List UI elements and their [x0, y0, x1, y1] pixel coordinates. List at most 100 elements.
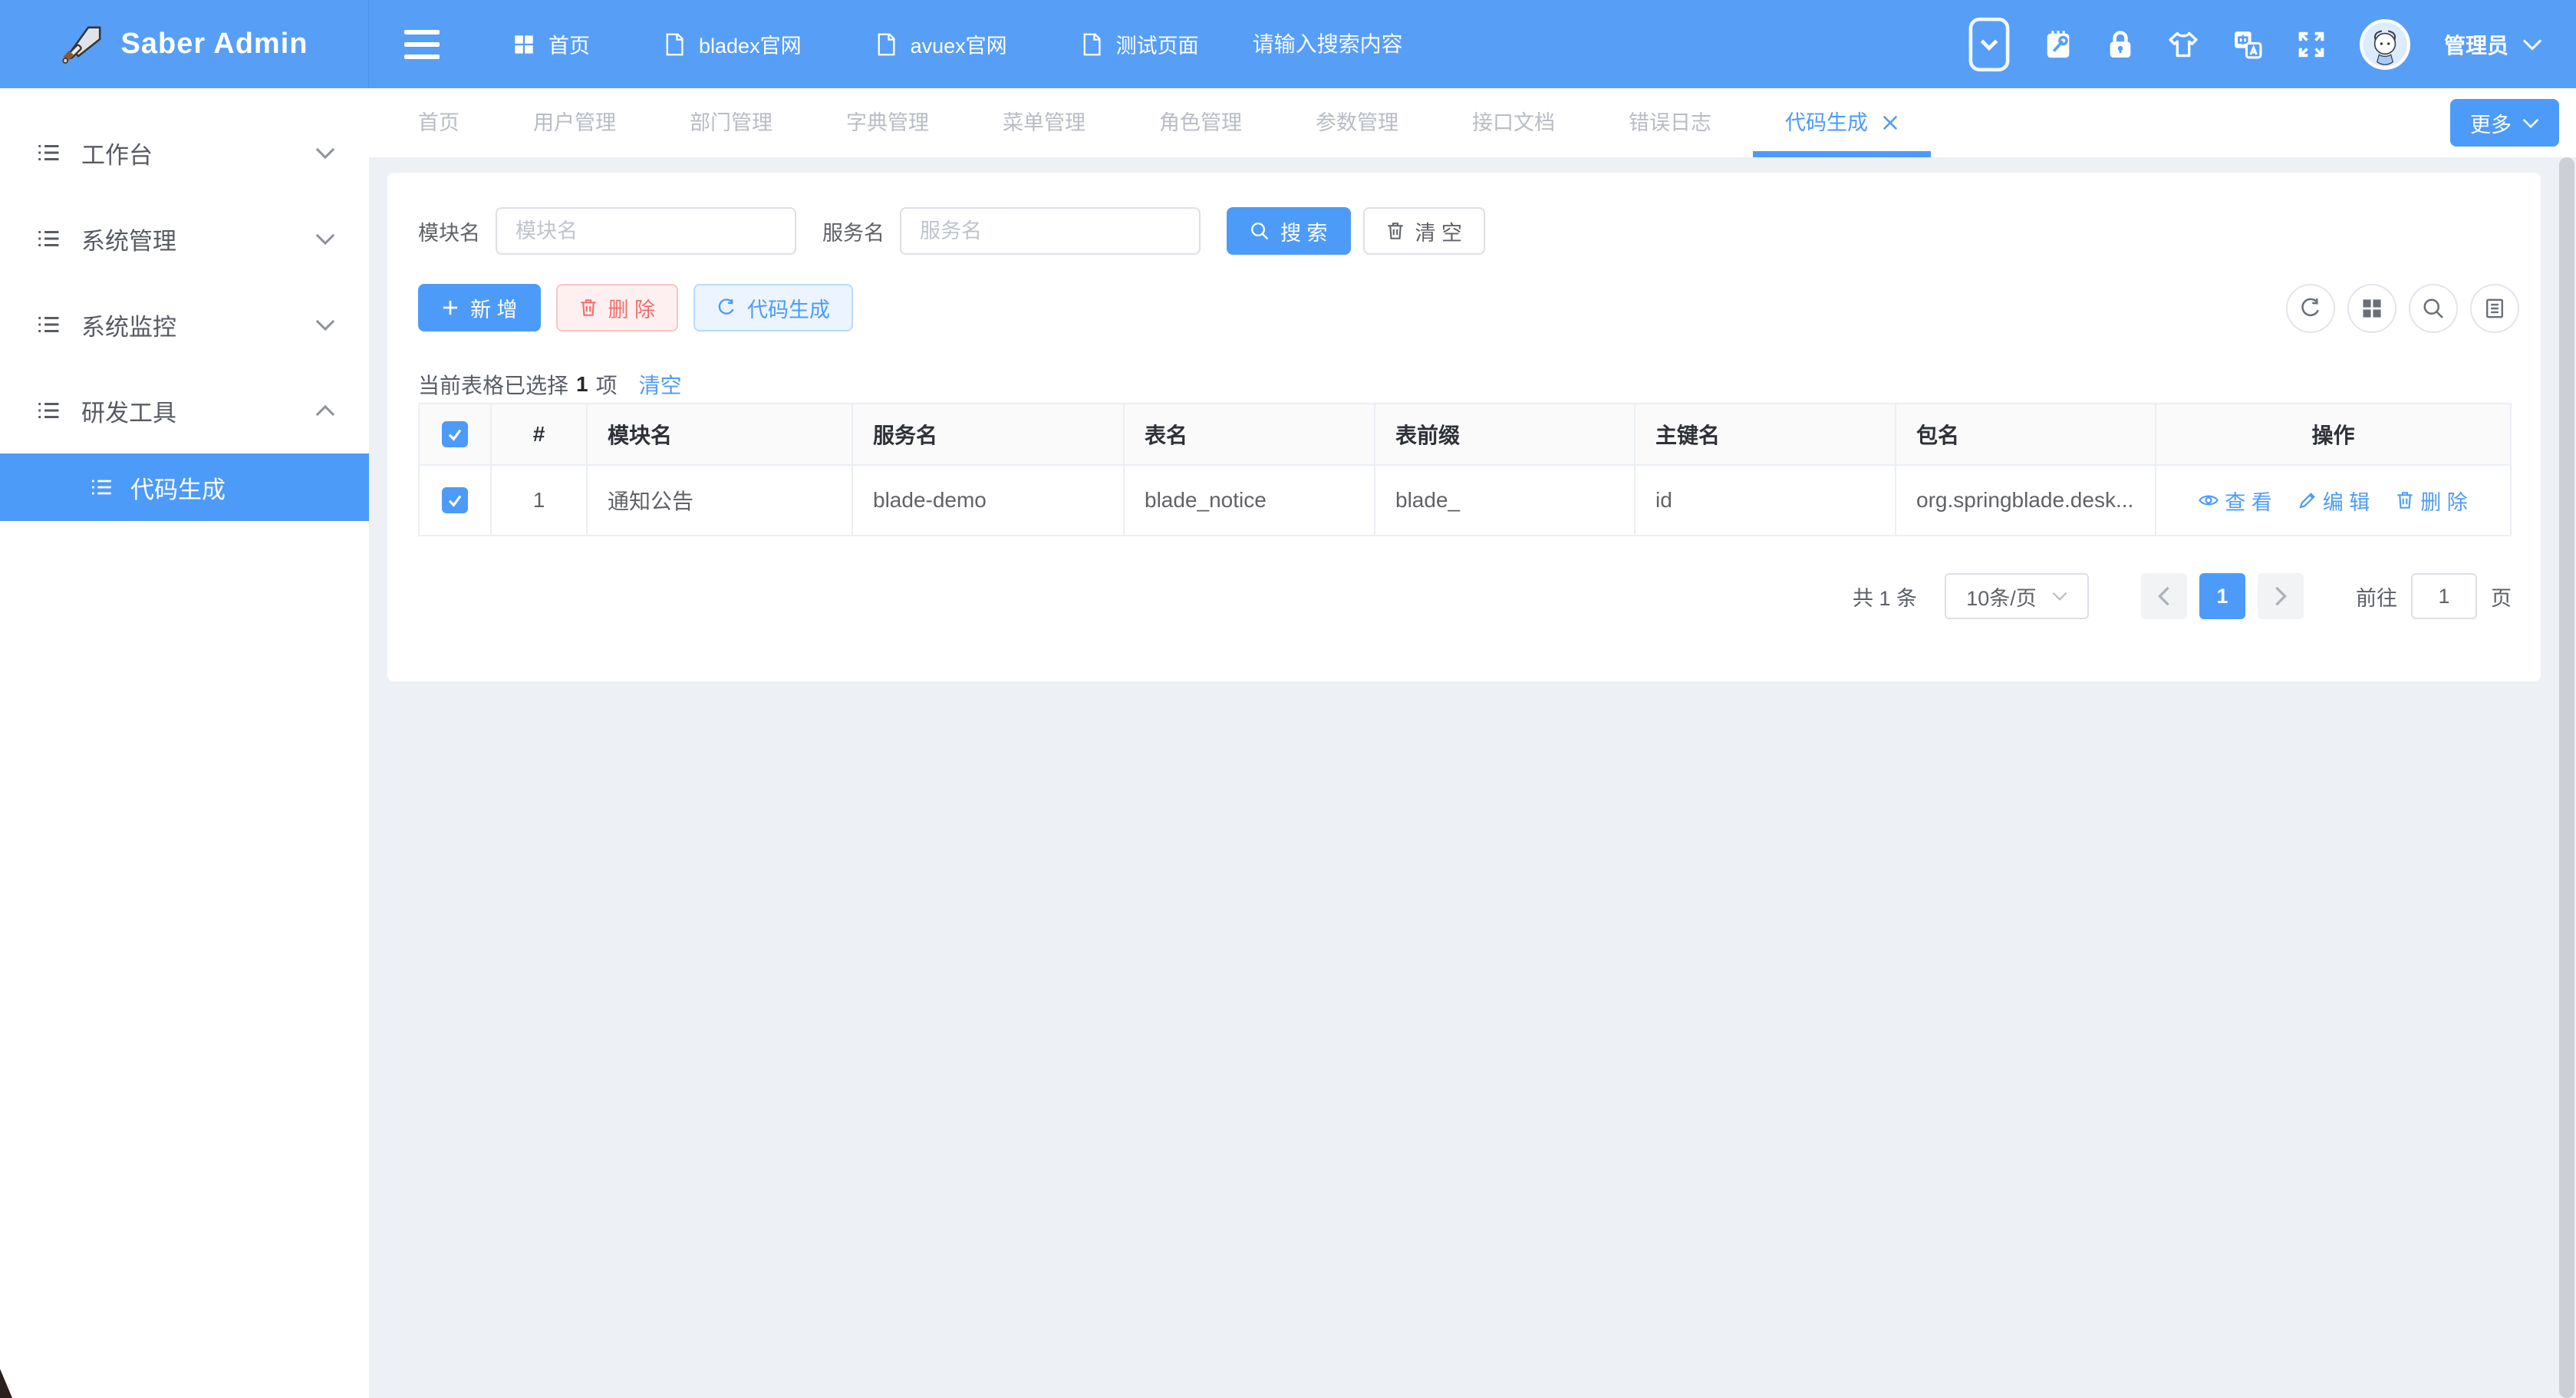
sidebar-item-system-monitor[interactable]: 系统监控 [0, 282, 369, 368]
service-input[interactable] [900, 207, 1201, 255]
tag-menu-mgmt[interactable]: 菜单管理 [1003, 88, 1085, 157]
top-nav: 首页 bladex官网 avuex官网 测试页 [369, 0, 2576, 88]
tag-label: 接口文档 [1472, 88, 1555, 157]
goto-page: 前往 页 [2356, 573, 2512, 619]
tag-label: 部门管理 [690, 88, 772, 157]
topmenu-toggle-button[interactable] [1968, 17, 2010, 72]
chevron-down-icon [2052, 592, 2067, 601]
topnav-label: bladex官网 [699, 29, 802, 59]
sidebar-item-dev-tools[interactable]: 研发工具 [0, 368, 369, 453]
list-icon [35, 226, 61, 252]
cell-prefix: blade_ [1375, 466, 1636, 536]
tag-error-log[interactable]: 错误日志 [1629, 88, 1711, 157]
global-search [1253, 32, 1575, 57]
eye-icon [2199, 492, 2219, 509]
codegen-button[interactable]: 代码生成 [693, 284, 853, 331]
next-page-button[interactable] [2258, 573, 2304, 619]
chevron-up-icon [315, 405, 335, 417]
selection-count: 1 [576, 372, 588, 397]
chevron-down-icon[interactable] [2522, 38, 2542, 51]
close-icon[interactable] [1882, 114, 1899, 131]
refresh-icon [2299, 297, 2322, 320]
sidebar-item-label: 代码生成 [130, 470, 226, 505]
tag-label: 错误日志 [1629, 88, 1711, 157]
search-button[interactable]: 搜 索 [1227, 207, 1351, 255]
user-avatar[interactable] [2360, 19, 2410, 70]
theme-icon[interactable] [2168, 31, 2199, 58]
lock-icon[interactable] [2107, 29, 2134, 60]
page-1-button[interactable]: 1 [2199, 573, 2245, 619]
plus-icon [441, 298, 460, 317]
topnav-item-avuex[interactable]: avuex官网 [875, 29, 1007, 59]
top-header: Saber Admin 首页 bladex官网 [0, 0, 2576, 88]
cell-ops: 查 看 编 辑 删 除 [2156, 466, 2510, 536]
refresh-button[interactable] [2286, 284, 2335, 333]
topnav-item-bladex[interactable]: bladex官网 [664, 29, 802, 59]
more-label: 更多 [2470, 108, 2512, 138]
header-actions: 管理员 [1968, 17, 2576, 72]
search-icon [2422, 297, 2445, 320]
tag-home[interactable]: 首页 [418, 88, 460, 157]
user-name[interactable]: 管理员 [2444, 29, 2508, 60]
search-icon [1250, 221, 1270, 241]
list-icon [35, 397, 61, 424]
col-index: # [492, 404, 588, 466]
sidebar-item-workbench[interactable]: 工作台 [0, 110, 369, 196]
trash-icon [1386, 221, 1405, 241]
scrollbar-thumb[interactable] [2559, 157, 2574, 1398]
tag-api-docs[interactable]: 接口文档 [1472, 88, 1555, 157]
cell-package: org.springblade.desk... [1896, 466, 2156, 536]
col-table: 表名 [1125, 404, 1375, 466]
tag-user-mgmt[interactable]: 用户管理 [533, 88, 616, 157]
global-search-input[interactable] [1253, 32, 1575, 57]
cell-table: blade_notice [1125, 466, 1375, 536]
debug-tool-icon[interactable] [2044, 29, 2073, 60]
sidebar-item-system-mgmt[interactable]: 系统管理 [0, 196, 369, 282]
selection-clear-link[interactable]: 清空 [639, 369, 682, 400]
language-icon[interactable] [2232, 29, 2263, 60]
sidebar-item-codegen-active[interactable]: 代码生成 [0, 453, 369, 521]
column-settings-button[interactable] [2470, 284, 2519, 333]
codegen-button-label: 代码生成 [747, 293, 830, 323]
data-table: # 模块名 服务名 表名 表前缀 主键名 包名 操作 1 通知公告 blade-… [418, 403, 2512, 536]
table-row: 1 通知公告 blade-demo blade_notice blade_ id… [420, 466, 2510, 536]
goto-page-input[interactable] [2411, 573, 2477, 619]
cell-index: 1 [492, 466, 588, 536]
check-icon [446, 426, 463, 443]
edit-link[interactable]: 编 辑 [2298, 486, 2370, 516]
selection-info: 当前表格已选择 1 项 清空 [418, 369, 682, 400]
module-input[interactable] [496, 207, 796, 255]
clear-button[interactable]: 清 空 [1363, 207, 1486, 255]
add-button[interactable]: 新 增 [418, 284, 541, 331]
app-title: Saber Admin [121, 28, 308, 61]
column-grid-button[interactable] [2347, 284, 2396, 333]
search-toggle-button[interactable] [2409, 284, 2458, 333]
tag-dept-mgmt[interactable]: 部门管理 [690, 88, 772, 157]
prev-page-button[interactable] [2141, 573, 2187, 619]
sidebar-collapse-icon[interactable] [404, 30, 440, 59]
view-link[interactable]: 查 看 [2199, 486, 2272, 516]
delete-button[interactable]: 删 除 [556, 284, 679, 331]
delete-button-label: 删 除 [608, 293, 656, 323]
sidebar-item-label: 系统监控 [81, 308, 176, 342]
tag-bar: 首页 用户管理 部门管理 字典管理 菜单管理 角色管理 参数管理 接口文档 错误… [369, 88, 2576, 157]
tag-role-mgmt[interactable]: 角色管理 [1159, 88, 1242, 157]
topnav-item-home[interactable]: 首页 [513, 29, 590, 59]
row-checkbox[interactable] [442, 487, 468, 513]
sidebar-item-label: 系统管理 [81, 222, 176, 256]
select-all-checkbox[interactable] [442, 421, 468, 447]
tag-param-mgmt[interactable]: 参数管理 [1316, 88, 1398, 157]
delete-label: 删 除 [2420, 486, 2468, 516]
edit-label: 编 辑 [2323, 486, 2370, 516]
page-size-select[interactable]: 10条/页 [1945, 573, 2089, 619]
tag-codegen-active[interactable]: 代码生成 [1785, 88, 1899, 157]
topnav-label: 测试页面 [1116, 29, 1199, 59]
topnav-item-testpage[interactable]: 测试页面 [1081, 29, 1199, 59]
sword-icon [61, 23, 104, 66]
table-settings [2286, 284, 2519, 333]
grid-icon [513, 34, 535, 55]
delete-link[interactable]: 删 除 [2396, 486, 2468, 516]
fullscreen-icon[interactable] [2297, 30, 2326, 59]
more-button[interactable]: 更多 [2450, 99, 2559, 147]
tag-dict-mgmt[interactable]: 字典管理 [846, 88, 929, 157]
